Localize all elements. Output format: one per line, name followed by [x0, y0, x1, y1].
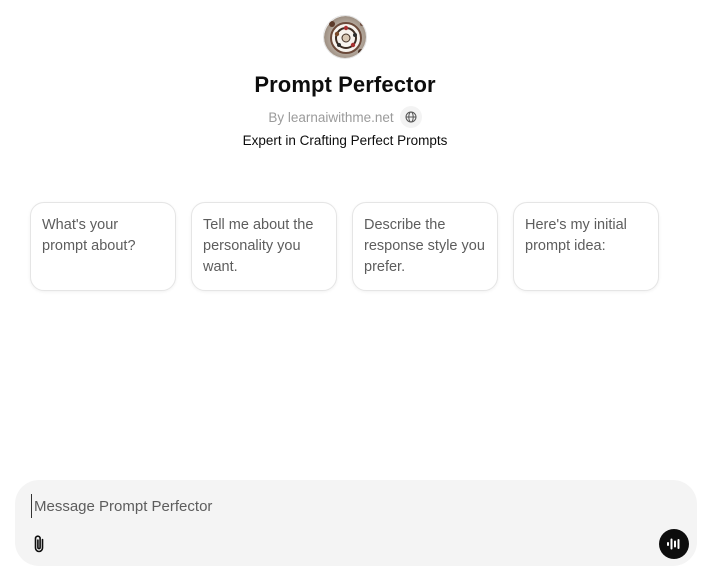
voice-waveform-icon	[667, 538, 680, 550]
starter-card[interactable]: Tell me about the personality you want.	[191, 202, 337, 291]
starter-card[interactable]: What's your prompt about?	[30, 202, 176, 291]
gpt-description: Expert in Crafting Perfect Prompts	[242, 133, 448, 148]
website-link-button[interactable]	[399, 106, 422, 128]
starter-card[interactable]: Here's my initial prompt idea:	[513, 202, 659, 291]
byline-text: By learnaiwithme.net	[268, 109, 394, 125]
conversation-starters: What's your prompt about? Tell me about …	[30, 202, 659, 291]
gpt-title: Prompt Perfector	[254, 72, 436, 97]
gpt-home-page: Prompt Perfector By learnaiwithme.net Ex…	[0, 0, 711, 574]
paperclip-icon	[34, 535, 44, 553]
starter-card[interactable]: Describe the response style you prefer.	[352, 202, 498, 291]
globe-icon	[405, 111, 417, 123]
gpt-avatar	[323, 15, 367, 59]
message-composer	[15, 480, 697, 566]
attach-button[interactable]	[28, 532, 50, 556]
voice-mode-button[interactable]	[659, 529, 689, 559]
avatar-image	[324, 16, 366, 58]
message-input[interactable]	[31, 494, 636, 518]
gpt-byline: By learnaiwithme.net	[0, 106, 690, 128]
